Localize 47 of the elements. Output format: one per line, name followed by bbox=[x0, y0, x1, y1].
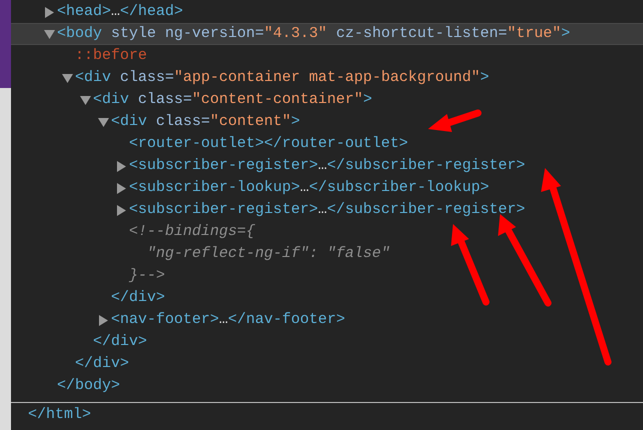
tree-row[interactable]: <!--bindings={ bbox=[11, 221, 643, 243]
tree-row[interactable]: <div class="content"> bbox=[11, 111, 643, 133]
expanded-triangle-icon[interactable] bbox=[62, 74, 72, 82]
tree-row[interactable]: </body> bbox=[11, 375, 643, 397]
tree-row[interactable]: </div> bbox=[11, 331, 643, 353]
tree-row[interactable]: <head>…</head> bbox=[11, 1, 643, 23]
tree-row[interactable]: "ng-reflect-ng-if": "false" bbox=[11, 243, 643, 265]
tree-row[interactable]: ::before bbox=[11, 45, 643, 67]
code-line: <div class="app-container mat-app-background"> bbox=[75, 68, 490, 88]
annotation-arrow bbox=[428, 110, 482, 132]
code-line: <router-outlet></router-outlet> bbox=[129, 134, 408, 154]
code-line: <subscriber-register>…</subscriber-register> bbox=[129, 156, 526, 176]
code-line: </div> bbox=[111, 288, 166, 308]
code-line: </html> bbox=[28, 404, 92, 425]
collapsed-triangle-icon[interactable] bbox=[116, 160, 126, 172]
collapsed-triangle-icon[interactable] bbox=[98, 314, 108, 326]
code-line: <div class="content-container"> bbox=[93, 90, 372, 110]
expanded-triangle-icon[interactable] bbox=[80, 96, 90, 104]
code-line: </body> bbox=[57, 376, 120, 396]
tree-row[interactable]: <subscriber-register>…</subscriber-register> bbox=[11, 155, 643, 177]
code-line: </div> bbox=[93, 332, 148, 352]
code-line: <div class="content"> bbox=[111, 112, 300, 132]
tree-row[interactable]: <div class="app-container mat-app-background"> bbox=[11, 67, 643, 89]
tree-row[interactable]: <subscriber-lookup>…</subscriber-lookup> bbox=[11, 177, 643, 199]
collapsed-triangle-icon[interactable] bbox=[44, 6, 54, 18]
expanded-triangle-icon[interactable] bbox=[98, 118, 108, 126]
tree-row[interactable]: <nav-footer>…</nav-footer> bbox=[11, 309, 643, 331]
code-line: <subscriber-register>…</subscriber-register> bbox=[129, 200, 526, 220]
collapsed-triangle-icon[interactable] bbox=[116, 204, 126, 216]
comment-line: "ng-reflect-ng-if": "false" bbox=[146, 244, 390, 264]
code-line: ::before bbox=[75, 46, 148, 66]
tree-row[interactable]: </div> bbox=[11, 287, 643, 309]
code-line: <body style ng-version="4.3.3" cz-shortcut-listen="true"> bbox=[57, 24, 570, 44]
code-line: </div> bbox=[75, 354, 130, 374]
tree-row[interactable]: <subscriber-register>…</subscriber-register> bbox=[11, 199, 643, 221]
comment-line: }--> bbox=[129, 266, 166, 286]
comment-line: <!--bindings={ bbox=[129, 222, 256, 242]
code-line: <nav-footer>…</nav-footer> bbox=[111, 310, 346, 330]
tree-row[interactable]: }--> bbox=[11, 265, 643, 287]
collapsed-triangle-icon[interactable] bbox=[116, 182, 126, 194]
code-line: <subscriber-lookup>…</subscriber-lookup> bbox=[129, 178, 490, 198]
tree-row[interactable]: <body style ng-version="4.3.3" cz-shortcut-listen="true"> bbox=[11, 23, 643, 45]
expanded-triangle-icon[interactable] bbox=[44, 30, 54, 38]
tree-row[interactable]: <router-outlet></router-outlet> bbox=[11, 133, 643, 155]
tree-row[interactable]: <div class="content-container"> bbox=[11, 89, 643, 111]
code-line: <head>…</head> bbox=[57, 2, 184, 22]
tree-row[interactable]: </div> bbox=[11, 353, 643, 375]
